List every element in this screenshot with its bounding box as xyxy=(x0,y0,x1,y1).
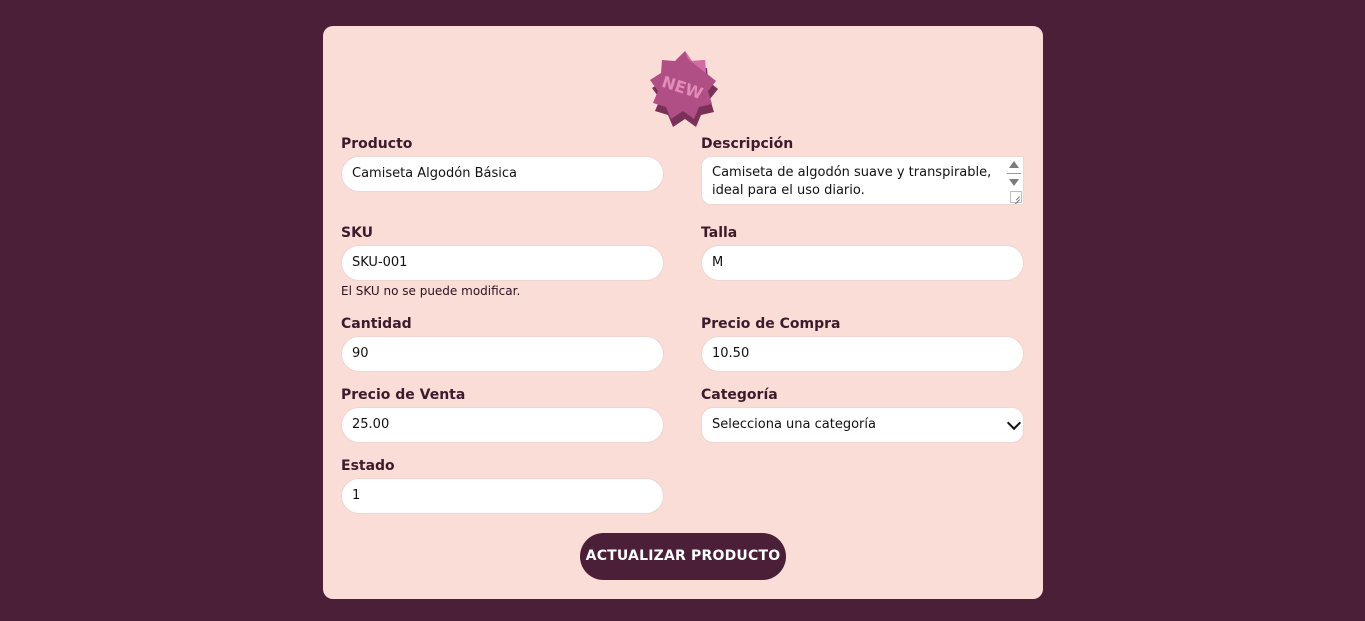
chevron-down-icon xyxy=(1006,415,1022,431)
actualizar-producto-button[interactable]: ACTUALIZAR PRODUCTO xyxy=(580,533,786,580)
descripcion-textarea[interactable]: Camiseta de algodón suave y transpirable… xyxy=(701,156,1024,205)
descripcion-label: Descripción xyxy=(701,136,794,152)
scroll-down-icon[interactable] xyxy=(1009,179,1019,186)
precio-compra-field: Precio de Compra 10.50 xyxy=(701,314,1024,372)
cantidad-input[interactable]: 90 xyxy=(341,336,664,372)
talla-field: Talla M xyxy=(701,223,1024,281)
descripcion-text: Camiseta de algodón suave y transpirable… xyxy=(712,165,992,198)
cantidad-field: Cantidad 90 xyxy=(341,314,664,372)
new-badge-icon: NEW xyxy=(650,51,718,127)
talla-input[interactable]: M xyxy=(701,245,1024,281)
producto-input[interactable]: Camiseta Algodón Básica xyxy=(341,156,664,192)
product-form-card: NEW Producto Camiseta Algodón Básica Des… xyxy=(323,26,1043,599)
cantidad-label: Cantidad xyxy=(341,316,412,332)
precio-venta-field: Precio de Venta 25.00 xyxy=(341,385,664,443)
categoria-selected: Selecciona una categoría xyxy=(712,417,876,432)
precio-compra-input[interactable]: 10.50 xyxy=(701,336,1024,372)
estado-input[interactable]: 1 xyxy=(341,478,664,514)
categoria-select[interactable]: Selecciona una categoría xyxy=(701,407,1024,443)
producto-label: Producto xyxy=(341,136,413,152)
sku-input[interactable]: SKU-001 xyxy=(341,245,664,281)
sku-hint: El SKU no se puede modificar. xyxy=(341,284,521,298)
estado-label: Estado xyxy=(341,458,395,474)
precio-venta-input[interactable]: 25.00 xyxy=(341,407,664,443)
precio-compra-label: Precio de Compra xyxy=(701,316,841,332)
resize-grip-icon[interactable] xyxy=(1010,191,1022,203)
categoria-label: Categoría xyxy=(701,387,778,403)
producto-field: Producto Camiseta Algodón Básica xyxy=(341,134,664,192)
sku-field: SKU SKU-001 El SKU no se puede modificar… xyxy=(341,223,664,298)
scroll-up-icon[interactable] xyxy=(1009,161,1019,168)
categoria-field: Categoría Selecciona una categoría xyxy=(701,385,1024,443)
sku-label: SKU xyxy=(341,225,374,241)
talla-label: Talla xyxy=(701,225,738,241)
scroll-divider xyxy=(1007,173,1021,174)
precio-venta-label: Precio de Venta xyxy=(341,387,466,403)
descripcion-field: Descripción Camiseta de algodón suave y … xyxy=(701,134,1024,205)
estado-field: Estado 1 xyxy=(341,456,664,514)
